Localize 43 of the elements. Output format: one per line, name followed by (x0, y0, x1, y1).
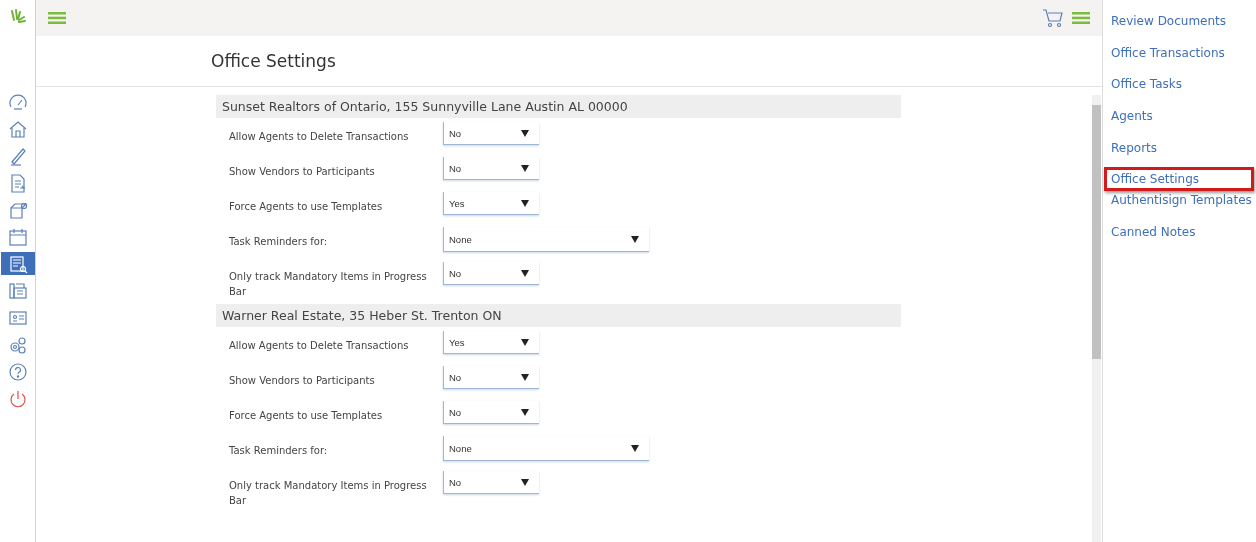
setting-label: Allow Agents to Delete Transactions (229, 130, 410, 144)
setting-label: Show Vendors to Participants (229, 165, 376, 179)
setting-label: Allow Agents to Delete Transactions (229, 339, 410, 353)
caret-icon (521, 269, 529, 277)
caret-icon (521, 373, 529, 381)
scrollbar-thumb[interactable] (1092, 105, 1101, 359)
nav-link[interactable]: Agents (1109, 109, 1254, 141)
setting-label: Show Vendors to Participants (229, 374, 376, 388)
nav-link[interactable]: Office Settings (1104, 167, 1254, 192)
setting-label: Force Agents to use Templates (229, 200, 384, 214)
setting-label: Only track Mandatory Items in Progress Bar (229, 479, 428, 508)
nav-link[interactable]: Authentisign Templates (1109, 193, 1254, 226)
report-search-icon[interactable] (0, 252, 35, 275)
dropdown[interactable]: Yes (443, 331, 539, 354)
setting-label: Force Agents to use Templates (229, 409, 384, 423)
nav-link[interactable]: Office Transactions (1109, 45, 1254, 78)
caret-icon (521, 164, 529, 172)
dropdown[interactable]: No (443, 471, 539, 494)
setting-label: Task Reminders for: (229, 444, 329, 458)
dropdown[interactable]: No (443, 401, 539, 424)
dropdown[interactable]: No (443, 366, 539, 389)
nav-link[interactable]: Review Documents (1109, 14, 1254, 46)
dropdown[interactable]: Yes (443, 192, 539, 215)
nav-link[interactable]: Office Tasks (1109, 77, 1254, 110)
setting-label: Task Reminders for: (229, 235, 329, 249)
page-title: Office Settings (211, 51, 336, 71)
caret-icon (521, 408, 529, 416)
caret-icon (631, 444, 639, 452)
dropdown[interactable]: No (443, 122, 539, 145)
dropdown[interactable]: None (443, 436, 649, 461)
caret-icon (521, 129, 529, 137)
office-header: Sunset Realtors of Ontario, 155 Sunnyville Lane Austin AL 00000 (216, 95, 901, 118)
dropdown[interactable]: No (443, 262, 539, 285)
caret-icon (521, 338, 529, 346)
office-header: Warner Real Estate, 35 Heber St. Trenton ON (216, 304, 901, 327)
scrollbar[interactable] (1092, 95, 1101, 542)
caret-icon (631, 235, 639, 243)
dropdown[interactable]: None (443, 227, 649, 252)
caret-icon (521, 478, 529, 486)
caret-icon (521, 199, 529, 207)
nav-link[interactable]: Canned Notes (1109, 225, 1254, 257)
setting-label: Only track Mandatory Items in Progress Bar (229, 270, 428, 299)
dropdown[interactable]: No (443, 157, 539, 180)
